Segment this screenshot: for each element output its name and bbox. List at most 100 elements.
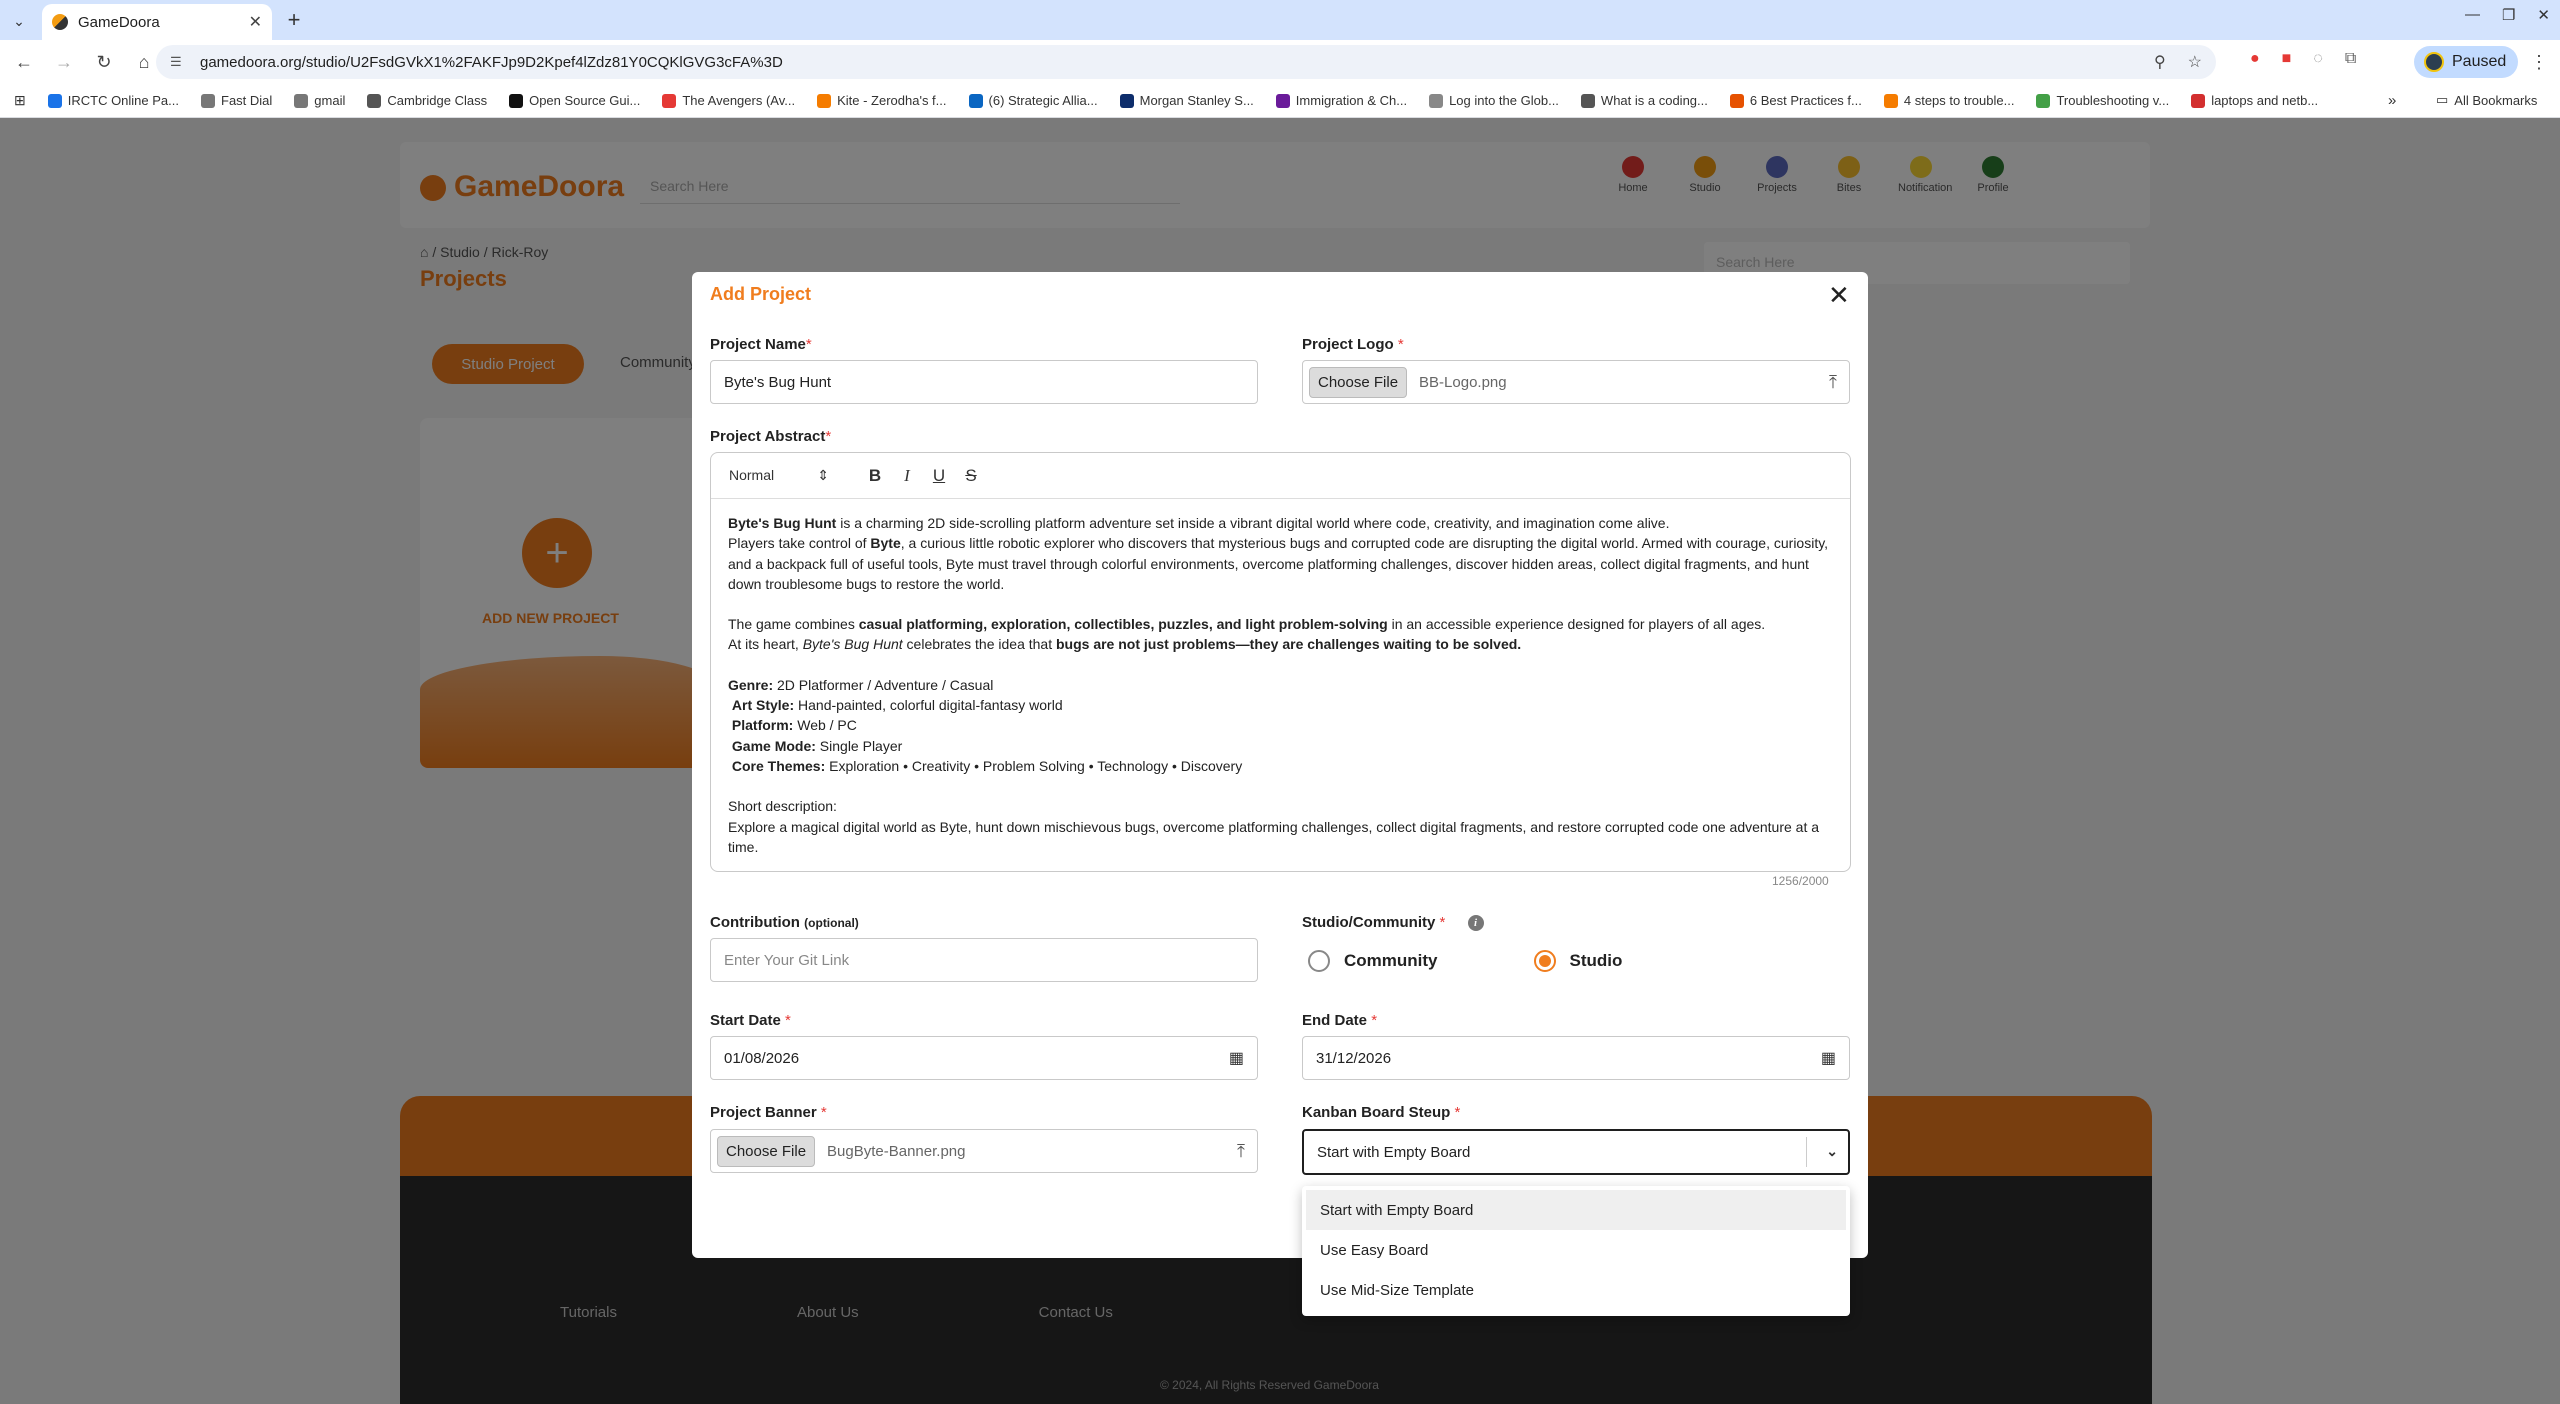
text-style-select[interactable]: Normal ⇕	[729, 467, 829, 484]
chat-extension-icon[interactable]: ◌	[2313, 50, 2323, 68]
zoom-icon[interactable]: ⚲	[2154, 52, 2166, 72]
strikethrough-icon[interactable]: S	[955, 466, 987, 486]
address-bar[interactable]: ☰ gamedoora.org/studio/U2FsdGVkX1%2FAKFJ…	[156, 45, 2216, 79]
bookmark-favicon-icon	[2191, 93, 2206, 108]
bookmark-item[interactable]: laptops and netb...	[2191, 93, 2318, 108]
studio-radio-label[interactable]: Studio	[1570, 951, 1623, 971]
bookmark-favicon-icon	[509, 93, 524, 108]
bookmark-favicon-icon	[367, 93, 382, 108]
reload-icon[interactable]: ↻	[88, 46, 120, 78]
bookmark-label: 6 Best Practices f...	[1749, 93, 1862, 108]
window-close-icon[interactable]: ✕	[2537, 6, 2550, 24]
studio-radio[interactable]	[1533, 950, 1556, 972]
kanban-setup-label: Kanban Board Steup *	[1302, 1104, 1461, 1121]
kanban-option-mid-size-template[interactable]: Use Mid-Size Template	[1302, 1270, 1850, 1310]
project-name-input[interactable]: Byte's Bug Hunt	[710, 360, 1258, 404]
upload-icon[interactable]: ⤒	[1829, 372, 1837, 393]
site-info-icon[interactable]: ☰	[170, 54, 186, 70]
bookmarks-overflow-icon[interactable]: »	[2388, 92, 2396, 109]
project-abstract-label: Project Abstract*	[710, 428, 832, 445]
git-link-placeholder: Enter Your Git Link	[724, 951, 850, 969]
new-tab-icon[interactable]: +	[280, 6, 308, 34]
bookmark-item[interactable]: Cambridge Class	[367, 93, 487, 108]
bookmark-item[interactable]: Immigration & Ch...	[1275, 93, 1408, 108]
italic-icon[interactable]: I	[891, 466, 923, 486]
abstract-rich-text-editor[interactable]: Normal ⇕ B I U S Byte's Bug Hunt is a cha…	[710, 452, 1851, 872]
kanban-options-menu: Start with Empty Board Use Easy Board Us…	[1302, 1186, 1850, 1316]
gamedoora-favicon-icon	[52, 14, 68, 30]
banner-choose-file-button[interactable]: Choose File	[717, 1135, 816, 1167]
calendar-icon[interactable]: ▦	[1229, 1048, 1244, 1068]
browser-tab[interactable]: GameDoora ✕	[42, 4, 272, 40]
bookmark-label: laptops and netb...	[2211, 93, 2319, 108]
bookmark-item[interactable]: Kite - Zerodha's f...	[817, 93, 947, 108]
underline-icon[interactable]: U	[923, 466, 955, 486]
bookmark-star-icon[interactable]: ☆	[2188, 52, 2202, 72]
bookmark-item[interactable]: (6) Strategic Allia...	[968, 93, 1098, 108]
bookmark-item[interactable]: IRCTC Online Pa...	[47, 93, 179, 108]
start-date-input[interactable]: 01/08/2026 ▦	[710, 1036, 1258, 1080]
bookmark-item[interactable]: gmail	[294, 93, 345, 108]
contribution-label: Contribution (optional)	[710, 914, 859, 931]
bookmark-label: The Avengers (Av...	[682, 93, 796, 108]
kanban-option-easy-board[interactable]: Use Easy Board	[1302, 1230, 1850, 1270]
info-icon[interactable]: i	[1467, 915, 1484, 932]
end-date-value: 31/12/2026	[1316, 1049, 1392, 1067]
git-link-input[interactable]: Enter Your Git Link	[710, 938, 1258, 982]
bookmark-favicon-icon	[662, 93, 677, 108]
restore-icon[interactable]: ❐	[2502, 6, 2515, 24]
extensions-puzzle-icon[interactable]: ⧉	[2345, 50, 2356, 68]
tab-title: GameDoora	[78, 13, 160, 31]
all-bookmarks-button[interactable]: ▭ All Bookmarks	[2436, 92, 2537, 108]
community-radio[interactable]	[1308, 950, 1330, 972]
bookmark-favicon-icon	[1883, 93, 1898, 108]
banner-file-name: BugByte-Banner.png	[827, 1142, 966, 1160]
bookmark-favicon-icon	[294, 93, 309, 108]
calendar-icon[interactable]: ▦	[1821, 1048, 1836, 1068]
end-date-input[interactable]: 31/12/2026 ▦	[1302, 1036, 1850, 1080]
bookmark-item[interactable]: Morgan Stanley S...	[1119, 93, 1254, 108]
opera-extension-icon[interactable]: ●	[2250, 50, 2260, 68]
bookmark-label: What is a coding...	[1600, 93, 1708, 108]
bookmark-label: 4 steps to trouble...	[1903, 93, 2015, 108]
bookmark-favicon-icon	[1429, 93, 1444, 108]
bookmark-item[interactable]: The Avengers (Av...	[662, 93, 795, 108]
bookmark-item[interactable]: Log into the Glob...	[1429, 93, 1559, 108]
end-date-label: End Date *	[1302, 1012, 1378, 1029]
bookmark-item[interactable]: 6 Best Practices f...	[1729, 93, 1862, 108]
kanban-setup-select[interactable]: Start with Empty Board ⌄	[1302, 1129, 1850, 1175]
project-logo-label: Project Logo *	[1302, 336, 1404, 353]
chevron-down-icon[interactable]: ⌄	[1826, 1143, 1838, 1160]
kanban-selected-value: Start with Empty Board	[1317, 1143, 1471, 1161]
project-logo-file-input[interactable]: Choose File BB-Logo.png ⤒	[1302, 360, 1850, 404]
editor-content[interactable]: Byte's Bug Hunt is a charming 2D side-sc…	[711, 499, 1850, 871]
tab-close-icon[interactable]: ✕	[249, 12, 262, 32]
minimize-icon[interactable]: —	[2465, 6, 2480, 24]
bookmark-item[interactable]: Open Source Gui...	[509, 93, 640, 108]
bold-icon[interactable]: B	[859, 466, 891, 486]
back-icon[interactable]: ←	[8, 46, 40, 78]
upload-icon[interactable]: ⤒	[1237, 1141, 1245, 1162]
video-extension-icon[interactable]: ■	[2282, 50, 2292, 68]
project-name-value: Byte's Bug Hunt	[724, 373, 832, 391]
logo-choose-file-button[interactable]: Choose File	[1309, 366, 1408, 398]
bookmark-label: Immigration & Ch...	[1295, 93, 1408, 108]
forward-icon[interactable]: →	[48, 46, 80, 78]
browser-toolbar: ← → ↻ ⌂ ☰ gamedoora.org/studio/U2FsdGVkX…	[0, 40, 2560, 84]
kanban-option-empty-board[interactable]: Start with Empty Board	[1306, 1190, 1846, 1230]
apps-grid-icon[interactable]: ⊞	[14, 92, 26, 109]
community-radio-label[interactable]: Community	[1344, 951, 1438, 971]
bookmark-item[interactable]: Troubleshooting v...	[2036, 93, 2169, 108]
bookmark-item[interactable]: Fast Dial	[201, 93, 272, 108]
browser-menu-icon[interactable]: ⋮	[2530, 52, 2548, 73]
editor-toolbar: Normal ⇕ B I U S	[711, 453, 1850, 499]
bookmark-item[interactable]: What is a coding...	[1580, 93, 1708, 108]
tab-search-icon[interactable]: ⌄	[6, 8, 32, 34]
bookmark-item[interactable]: 4 steps to trouble...	[1883, 93, 2015, 108]
extensions-area: ● ■ ◌ ⧉	[2250, 50, 2356, 68]
close-icon[interactable]: ✕	[1828, 280, 1850, 311]
bookmark-label: gmail	[314, 93, 346, 108]
avatar	[2424, 52, 2444, 72]
project-banner-file-input[interactable]: Choose File BugByte-Banner.png ⤒	[710, 1129, 1258, 1173]
profile-button[interactable]: Paused	[2414, 46, 2518, 78]
